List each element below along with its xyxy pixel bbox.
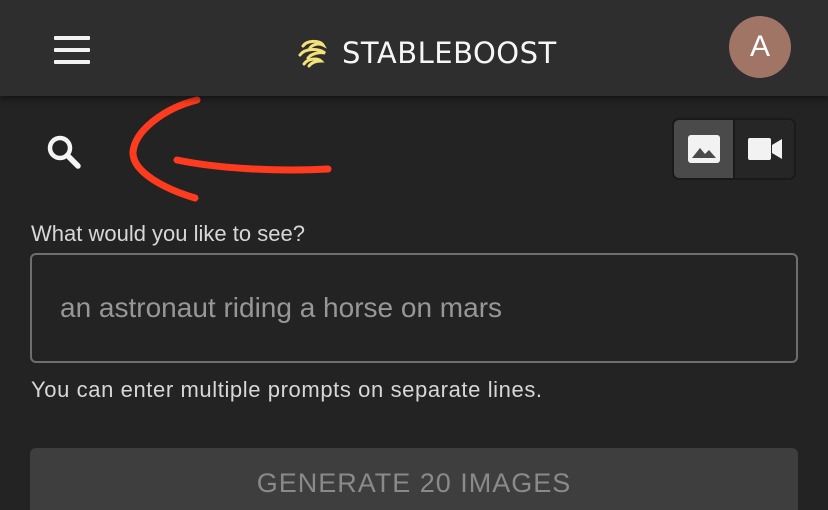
image-icon (687, 135, 720, 163)
hamburger-menu-icon[interactable] (48, 32, 96, 68)
stableboost-logo-icon (298, 39, 327, 68)
prompt-input[interactable] (30, 253, 798, 363)
prompt-label: What would you like to see? (31, 221, 305, 246)
generate-button-label: GENERATE 20 IMAGES (256, 468, 572, 498)
avatar-initial: A (749, 30, 770, 63)
image-mode-button[interactable] (674, 120, 733, 178)
brand-name: STABLEBOOST (342, 36, 557, 70)
search-button[interactable] (36, 126, 92, 178)
prompt-helper-text: You can enter multiple prompts on separa… (31, 377, 543, 402)
media-mode-toggle (672, 118, 796, 180)
stableboost-page: STABLEBOOST A What would you like to see… (0, 0, 828, 510)
brand[interactable]: STABLEBOOST (296, 33, 557, 73)
video-camera-icon (747, 138, 782, 160)
annotation-arrow (129, 96, 332, 202)
search-icon (47, 135, 81, 169)
video-mode-button[interactable] (733, 120, 794, 178)
generate-images-button[interactable]: GENERATE 20 IMAGES (30, 448, 798, 510)
avatar[interactable]: A (729, 16, 791, 78)
top-app-bar: STABLEBOOST A (0, 0, 828, 96)
